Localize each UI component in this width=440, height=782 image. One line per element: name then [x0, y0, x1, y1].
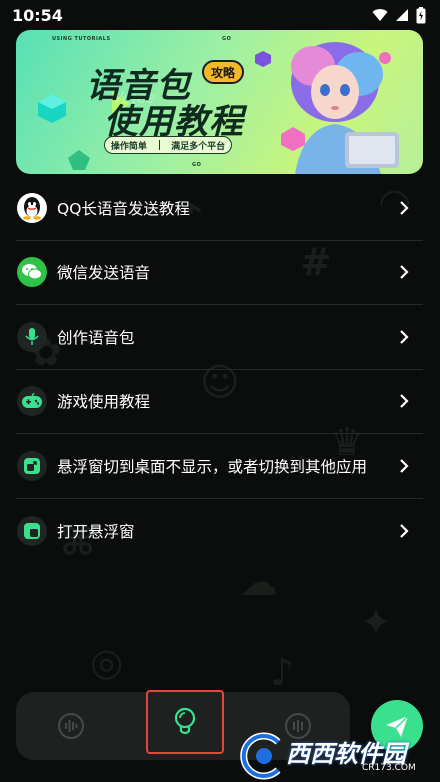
menu-item-label: QQ长语音发送教程 — [57, 199, 190, 218]
banner-go-text-bottom: GO — [192, 162, 202, 168]
voice-wave-icon — [58, 713, 84, 739]
menu-item-qq-long-voice[interactable]: QQ长语音发送教程 — [16, 176, 423, 241]
banner-badge: 攻略 — [202, 60, 244, 84]
chevron-right-icon — [400, 458, 409, 473]
chevron-right-icon — [400, 329, 409, 344]
wechat-icon — [17, 257, 47, 288]
menu-item-label: 悬浮窗切到桌面不显示，或者切换到其他应用 — [57, 457, 368, 476]
site-logo-icon — [240, 732, 281, 780]
banner-go-text: GO — [222, 36, 232, 42]
menu-item-label: 打开悬浮窗 — [57, 522, 135, 541]
menu-item-wechat-voice[interactable]: 微信发送语音 — [16, 241, 423, 305]
menu-item-floating-window-issue[interactable]: 悬浮窗切到桌面不显示，或者切换到其他应用 — [16, 434, 423, 499]
status-time: 10:54 — [12, 5, 63, 25]
menu-item-label: 创作语音包 — [57, 328, 135, 347]
chevron-right-icon — [400, 265, 409, 280]
cube-shape-icon — [38, 94, 66, 123]
battery-icon — [416, 6, 426, 23]
girl-illustration — [291, 42, 399, 174]
menu-item-label: 游戏使用教程 — [57, 393, 151, 412]
banner-feature-pill: 操作简单 满足多个平台 — [104, 136, 232, 154]
menu-item-game-tutorial[interactable]: 游戏使用教程 — [16, 370, 423, 434]
microphone-icon — [17, 321, 47, 352]
nav-lightbulb-button[interactable] — [146, 690, 224, 754]
banner-top-small-text: USING TUTORIALS — [52, 36, 111, 42]
chevron-right-icon — [400, 394, 409, 409]
menu-item-create-voice-pack[interactable]: 创作语音包 — [16, 305, 423, 370]
site-watermark-sub: CR173.COM — [362, 763, 416, 773]
qq-penguin-icon — [17, 192, 47, 223]
lightbulb-icon — [174, 707, 196, 735]
banner-feature-2: 满足多个平台 — [171, 141, 226, 152]
floating-window-icon — [17, 450, 47, 481]
gamepad-icon — [17, 386, 47, 417]
purple-cube-icon — [255, 51, 271, 67]
pill-separator — [158, 140, 160, 150]
open-floating-window-icon — [17, 515, 47, 546]
chevron-right-icon — [400, 523, 409, 538]
nav-voice-wave-button[interactable] — [16, 692, 126, 760]
tutorial-banner[interactable]: USING TUTORIALS GO GO Voice 语音包 攻略 使用教程 … — [16, 30, 423, 174]
crystal-shape-icon — [68, 150, 90, 170]
chevron-right-icon — [400, 200, 409, 215]
tutorial-menu-list: QQ长语音发送教程 微信发送语音 创作语音包 游戏使用教程 悬浮窗切到桌面不显示… — [16, 176, 423, 563]
status-bar: 10:54 — [0, 0, 440, 30]
banner-feature-1: 操作简单 — [110, 141, 147, 152]
site-watermark-logo: 西西软件园 CR173.COM — [238, 730, 438, 780]
menu-item-label: 微信发送语音 — [57, 264, 151, 283]
status-icons — [372, 6, 426, 24]
signal-icon — [396, 9, 408, 21]
menu-item-open-floating-window[interactable]: 打开悬浮窗 — [16, 499, 423, 564]
wifi-icon — [372, 9, 388, 21]
